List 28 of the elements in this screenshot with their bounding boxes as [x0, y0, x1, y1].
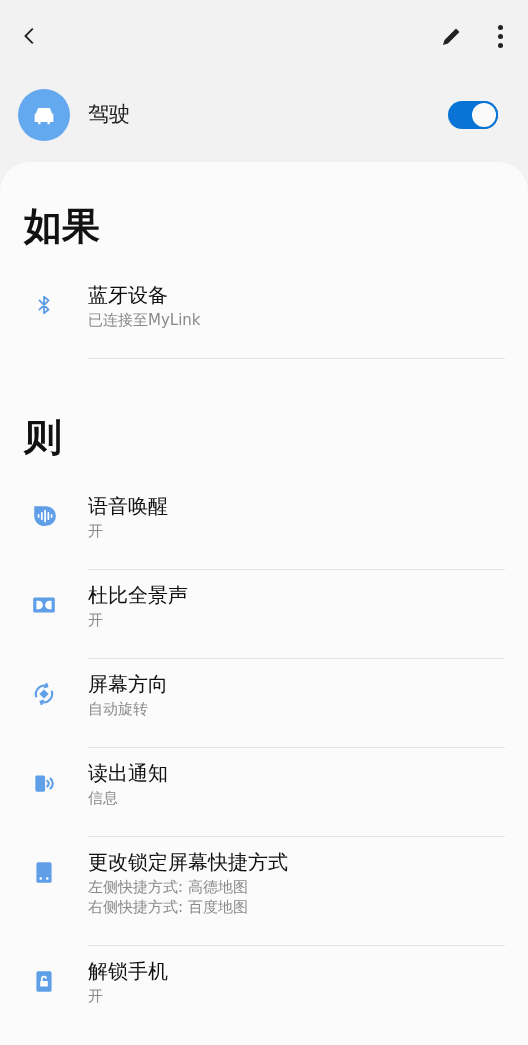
item-title: 杜比全景声 — [88, 582, 189, 609]
voice-wave-icon — [31, 503, 57, 529]
item-subtitle: 左侧快捷方式: 高德地图 — [88, 877, 249, 897]
item-subtitle: 自动旋转 — [88, 699, 149, 719]
item-title: 更改锁定屏幕快捷方式 — [88, 849, 289, 876]
item-subtitle: 信息 — [88, 788, 119, 808]
section-heading: 如果 — [22, 203, 101, 250]
item-subtitle: 开 — [88, 521, 104, 541]
action-item[interactable]: 更改锁定屏幕快捷方式 左侧快捷方式: 高德地图 右侧快捷方式: 百度地图 — [0, 837, 528, 946]
action-item[interactable]: 蓝牙设备 已连接至MyLink — [0, 270, 528, 359]
item-title: 蓝牙设备 — [88, 282, 169, 309]
item-subtitle: 开 — [88, 986, 104, 1006]
item-title: 读出通知 — [88, 760, 169, 787]
item-subtitle: 已连接至MyLink — [88, 310, 202, 330]
action-item[interactable]: 解锁手机 开 — [0, 946, 528, 1034]
action-item[interactable]: 杜比全景声 开 — [0, 570, 528, 659]
item-title: 解锁手机 — [88, 958, 169, 985]
item-subtitle: 开 — [88, 610, 104, 630]
item-title: 语音唤醒 — [88, 493, 169, 520]
item-subtitle: 右侧快捷方式: 百度地图 — [88, 897, 249, 917]
action-item[interactable]: 屏幕方向 自动旋转 — [0, 659, 528, 748]
car-icon — [18, 89, 70, 141]
routine-title: 驾驶 — [88, 101, 131, 129]
routine-toggle[interactable] — [448, 101, 498, 129]
action-item[interactable]: 语音唤醒 开 — [0, 481, 528, 570]
item-title: 屏幕方向 — [88, 671, 169, 698]
section-heading: 则 — [22, 414, 63, 461]
action-item[interactable]: 读出通知 信息 — [0, 748, 528, 837]
